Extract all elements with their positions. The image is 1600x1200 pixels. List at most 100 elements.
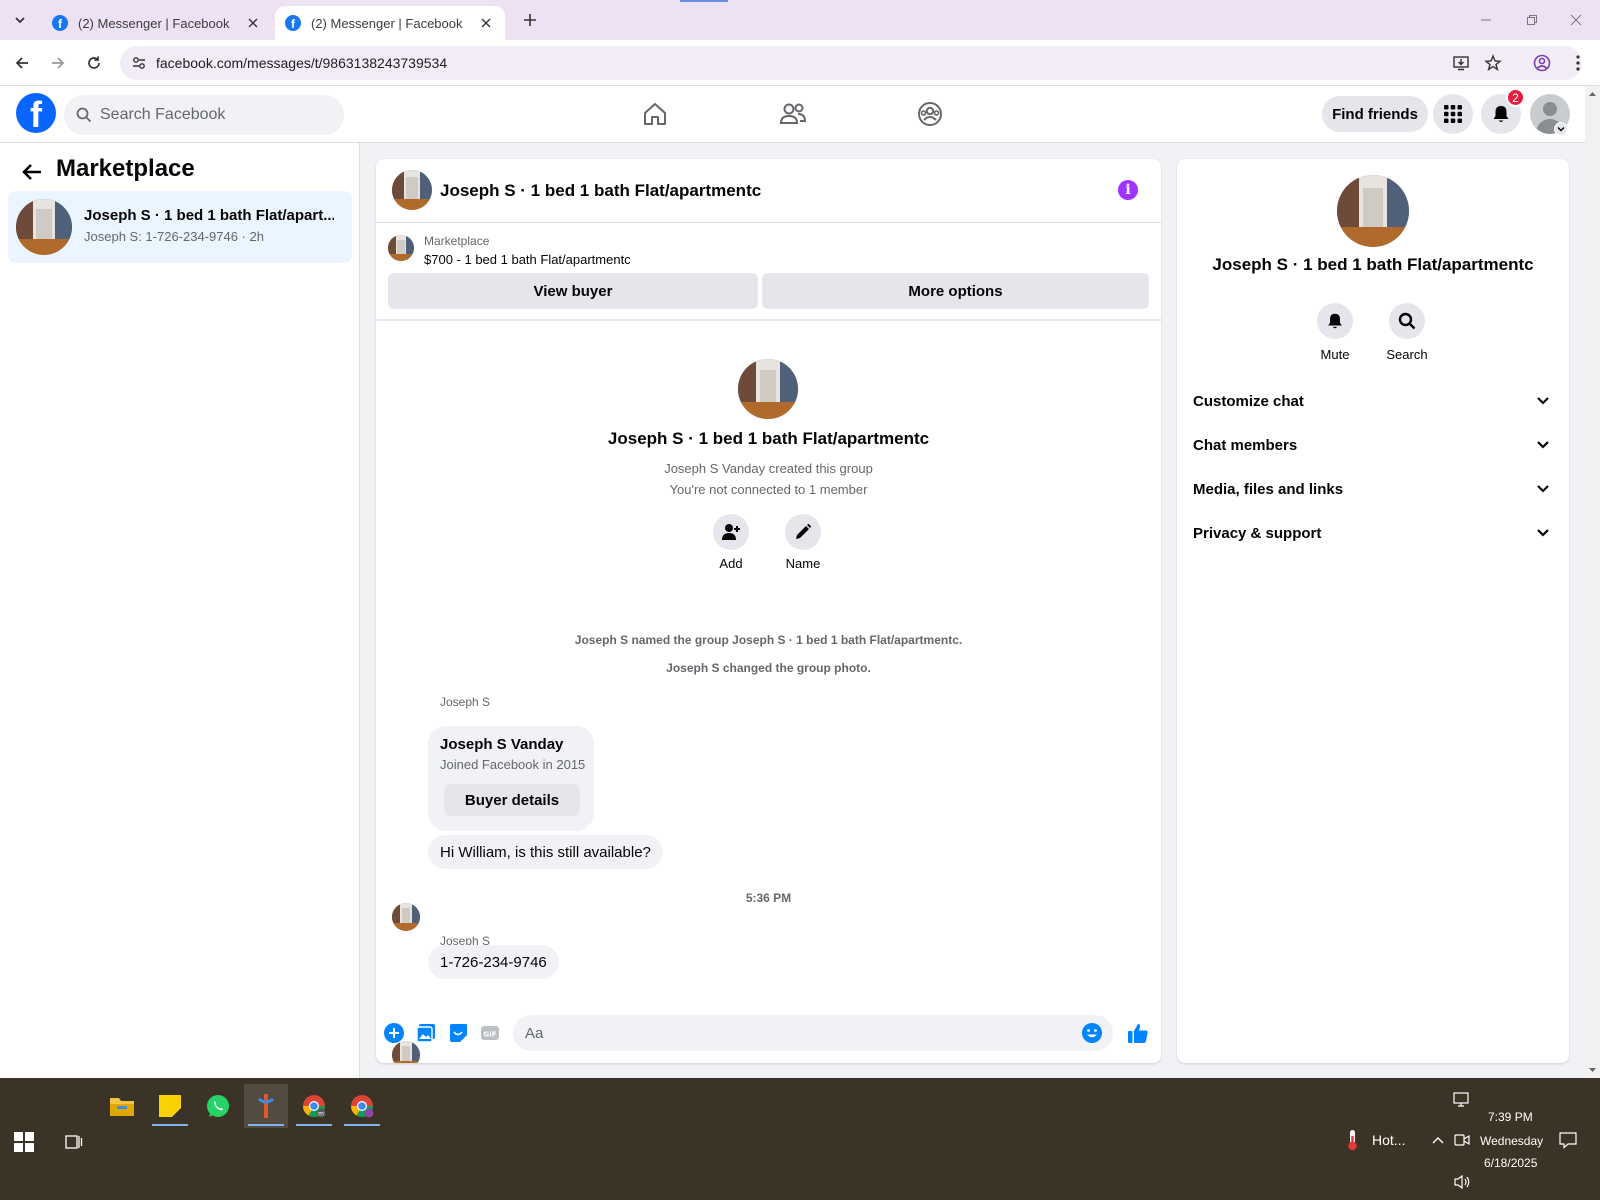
- clock-date[interactable]: 6/18/2025: [1484, 1156, 1537, 1170]
- nav-home[interactable]: [637, 96, 673, 132]
- chrome-profile-active-button[interactable]: [340, 1084, 384, 1128]
- address-bar[interactable]: facebook.com/messages/t/9863138243739534: [120, 46, 1582, 80]
- browser-tabstrip: f (2) Messenger | Facebook f (2) Messeng…: [0, 0, 1600, 40]
- app-running-button[interactable]: [244, 1084, 288, 1128]
- weather-text[interactable]: Hot...: [1372, 1132, 1405, 1148]
- browser-menu-button[interactable]: [1566, 51, 1590, 75]
- account-caret[interactable]: [1554, 122, 1568, 136]
- media-files-links-section[interactable]: Media, files and links: [1185, 467, 1561, 511]
- back-button[interactable]: [20, 160, 44, 184]
- browser-tab[interactable]: f (2) Messenger | Facebook: [42, 6, 272, 40]
- attach-photo-button[interactable]: [414, 1021, 438, 1045]
- gif-button[interactable]: GIF: [478, 1021, 502, 1045]
- more-options-button[interactable]: More options: [762, 273, 1149, 309]
- close-icon[interactable]: [244, 14, 262, 32]
- buyer-card: Joseph S Vanday Joined Facebook in 2015 …: [428, 726, 594, 831]
- time-separator: 5:36 PM: [745, 891, 792, 905]
- restore-icon: [1527, 15, 1537, 25]
- windows-taskbar: m 7:39 PM Hot... Wednesday 6/18/2025: [0, 1078, 1600, 1200]
- listing-source: Marketplace: [424, 234, 490, 248]
- name-group-button[interactable]: Name: [773, 514, 833, 571]
- find-friends-button[interactable]: Find friends: [1322, 96, 1428, 132]
- volume-icon[interactable]: [1452, 1172, 1472, 1192]
- task-view-button[interactable]: [60, 1128, 88, 1156]
- info-icon[interactable]: i: [1118, 180, 1138, 200]
- clock-day[interactable]: Wednesday: [1480, 1134, 1543, 1148]
- whatsapp-button[interactable]: [196, 1084, 240, 1128]
- avatar-head: [1543, 102, 1557, 116]
- message-avatar[interactable]: [392, 903, 420, 931]
- panel-title: Marketplace: [56, 155, 195, 182]
- chevron-down-icon: [1537, 529, 1549, 537]
- chrome-profile-m-button[interactable]: m: [292, 1084, 336, 1128]
- windows-logo-icon: [14, 1132, 34, 1152]
- emoji-icon[interactable]: [1081, 1022, 1103, 1044]
- chat-members-section[interactable]: Chat members: [1185, 423, 1561, 467]
- weather-thermometer-icon[interactable]: [1342, 1130, 1362, 1151]
- add-label: Add: [719, 556, 743, 571]
- group-connection-text: You're not connected to 1 member: [669, 482, 868, 497]
- browser-tab-active[interactable]: f (2) Messenger | Facebook: [275, 6, 505, 40]
- search-in-chat-button[interactable]: Search: [1377, 303, 1437, 362]
- customize-chat-section[interactable]: Customize chat: [1185, 379, 1561, 423]
- task-view-icon: [65, 1135, 83, 1149]
- meet-now-icon[interactable]: [1452, 1130, 1472, 1150]
- close-window-button[interactable]: [1564, 8, 1588, 32]
- start-button[interactable]: [10, 1128, 38, 1156]
- clock-time[interactable]: 7:39 PM: [1488, 1110, 1533, 1124]
- install-app-icon[interactable]: [1450, 52, 1472, 74]
- close-icon[interactable]: [477, 14, 495, 32]
- privacy-support-section[interactable]: Privacy & support: [1185, 511, 1561, 555]
- listing-bar: Marketplace $700 - 1 bed 1 bath Flat/apa…: [376, 223, 1161, 321]
- minimize-button[interactable]: [1474, 8, 1498, 32]
- chat-title[interactable]: Joseph S · 1 bed 1 bath Flat/apartmentc: [440, 181, 761, 201]
- chevron-down-icon: [1557, 127, 1565, 132]
- search-icon: [1398, 312, 1416, 330]
- facebook-search-input[interactable]: Search Facebook: [64, 95, 344, 135]
- scroll-down-icon[interactable]: [1585, 1064, 1600, 1076]
- nav-friends[interactable]: [775, 96, 811, 132]
- back-button[interactable]: [10, 51, 34, 75]
- listing-thumbnail[interactable]: [388, 235, 414, 261]
- forward-button[interactable]: [46, 51, 70, 75]
- listing-title[interactable]: $700 - 1 bed 1 bath Flat/apartmentc: [424, 252, 631, 267]
- chrome-icon: m: [303, 1095, 326, 1118]
- bookmark-star-icon[interactable]: [1482, 52, 1504, 74]
- page-scrollbar[interactable]: [1585, 86, 1600, 1078]
- notification-center-icon[interactable]: [1558, 1130, 1578, 1150]
- chat-header: Joseph S · 1 bed 1 bath Flat/apartmentc …: [376, 159, 1161, 223]
- new-tab-button[interactable]: [518, 8, 542, 32]
- mute-button[interactable]: Mute: [1305, 303, 1365, 362]
- tab-search-button[interactable]: [8, 8, 32, 32]
- profile-button[interactable]: [1530, 51, 1554, 75]
- show-hidden-icons-button[interactable]: [1428, 1130, 1448, 1150]
- section-label: Privacy & support: [1193, 524, 1322, 542]
- facebook-logo[interactable]: f: [16, 93, 56, 133]
- search-placeholder: Search Facebook: [100, 106, 226, 123]
- message-bubble[interactable]: 1-726-234-9746: [428, 945, 559, 979]
- restore-button[interactable]: [1520, 8, 1544, 32]
- site-info-icon[interactable]: [130, 54, 148, 72]
- message-bubble[interactable]: Hi William, is this still available?: [428, 835, 663, 869]
- sticky-notes-button[interactable]: [148, 1084, 192, 1128]
- reload-button[interactable]: [82, 51, 106, 75]
- notifications-button[interactable]: 2: [1481, 88, 1525, 134]
- svg-text:m: m: [318, 1111, 324, 1118]
- add-member-button[interactable]: Add: [701, 514, 761, 571]
- home-icon: [644, 103, 666, 125]
- like-button[interactable]: [1126, 1021, 1150, 1045]
- more-actions-button[interactable]: [382, 1021, 406, 1045]
- scroll-up-icon[interactable]: [1585, 88, 1600, 100]
- profile-avatar[interactable]: [1337, 175, 1409, 247]
- sticker-button[interactable]: [446, 1021, 470, 1045]
- facebook-favicon-icon: f: [52, 15, 68, 31]
- chat-avatar[interactable]: [392, 170, 432, 210]
- nav-groups[interactable]: [912, 96, 948, 132]
- menu-grid-button[interactable]: [1433, 94, 1473, 134]
- view-buyer-button[interactable]: View buyer: [388, 273, 758, 309]
- conversation-item[interactable]: Joseph S · 1 bed 1 bath Flat/apart... Jo…: [8, 191, 352, 263]
- message-input[interactable]: Aa: [513, 1015, 1113, 1051]
- buyer-details-button[interactable]: Buyer details: [444, 784, 580, 816]
- network-icon[interactable]: [1452, 1090, 1472, 1110]
- file-explorer-button[interactable]: [100, 1084, 144, 1128]
